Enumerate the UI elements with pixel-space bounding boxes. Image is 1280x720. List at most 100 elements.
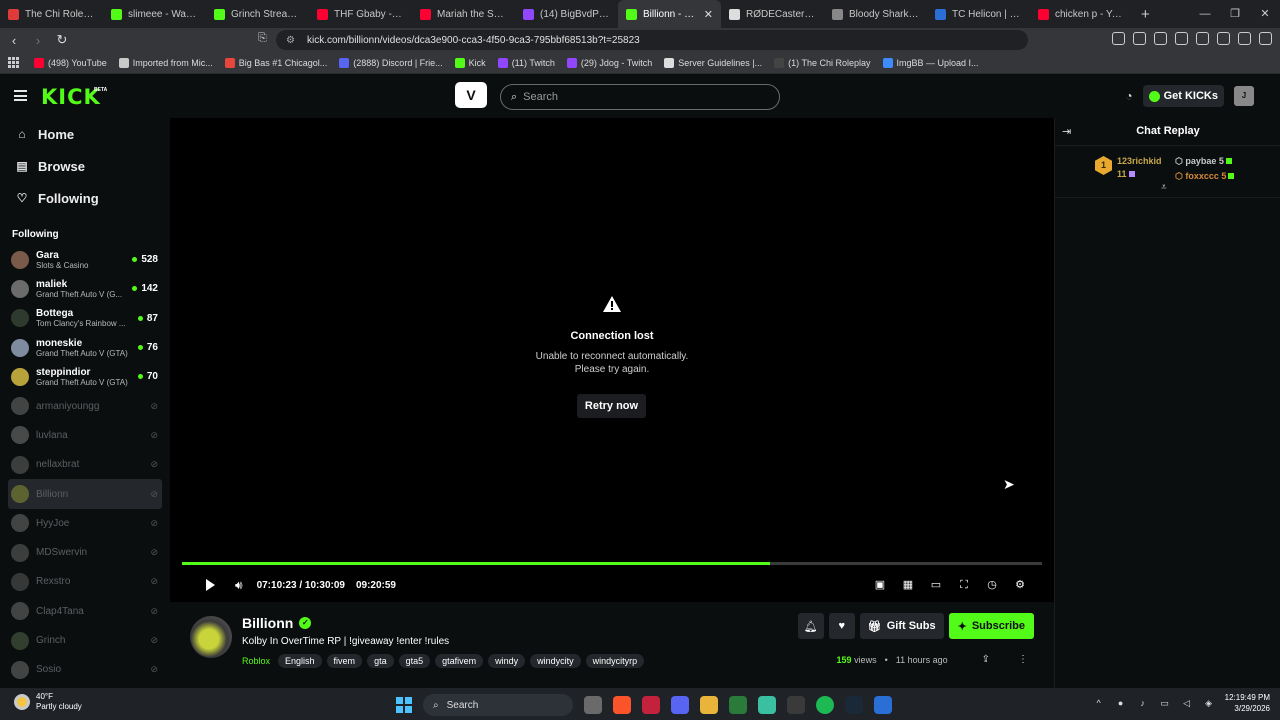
browser-tab[interactable]: chicken p - YouTub: [1030, 0, 1133, 28]
nav-home[interactable]: ⌂ Home: [0, 118, 170, 150]
browser-tab[interactable]: Mariah the Scientist: [412, 0, 515, 28]
leader-name-3[interactable]: ⬡ foxxccc 5: [1175, 171, 1235, 182]
expand-leaderboard-icon[interactable]: ⩡: [1161, 182, 1167, 193]
taskbar-search[interactable]: ⌕ Search: [423, 694, 573, 716]
followed-channel-live[interactable]: steppindior Grand Theft Auto V (GTA) 70: [0, 362, 170, 391]
share-icon[interactable]: ⇪: [982, 654, 990, 665]
browser-tab[interactable]: Bloody Shark Crazy: [824, 0, 927, 28]
menu-icon[interactable]: [14, 90, 27, 101]
chevron-up-icon[interactable]: ^: [1093, 698, 1105, 708]
network-icon[interactable]: ▭: [1159, 698, 1171, 708]
browser-tab[interactable]: THF Gbaby - SCOO: [309, 0, 412, 28]
browser-tab[interactable]: The Chi Roleplay: [0, 0, 103, 28]
site-info-icon[interactable]: ⚙: [286, 35, 295, 46]
extension-icon[interactable]: [1196, 32, 1209, 45]
tag-chip[interactable]: gtafivem: [435, 654, 484, 668]
bookmark-item[interactable]: Server Guidelines |...: [658, 57, 768, 68]
adobe-icon[interactable]: [642, 696, 660, 714]
volume-icon[interactable]: ◈: [1203, 698, 1215, 708]
weather-widget[interactable]: 40°F Partly cloudy: [14, 692, 82, 712]
browser-tab[interactable]: Grinch Stream - Wa: [206, 0, 309, 28]
followed-channel-offline[interactable]: Grinch ⊘: [0, 626, 170, 655]
followed-channel-offline[interactable]: armaniyoungg ⊘: [0, 391, 170, 420]
retry-button[interactable]: Retry now: [577, 394, 646, 418]
followed-channel-offline[interactable]: Rexstro ⊘: [0, 567, 170, 596]
discord-icon[interactable]: [671, 696, 689, 714]
steam-icon[interactable]: [845, 696, 863, 714]
followed-channel-offline[interactable]: Sosio ⊘: [0, 655, 170, 684]
notify-bell-button[interactable]: 🔔︎: [797, 613, 824, 639]
bookmark-item[interactable]: (29) Jdog - Twitch: [561, 57, 658, 68]
new-tab-button[interactable]: +: [1141, 6, 1150, 23]
browser-tab[interactable]: (14) BigBvdPretty -: [515, 0, 618, 28]
speed-icon[interactable]: ◷: [986, 579, 998, 591]
search-input[interactable]: ⌕ Search: [500, 84, 780, 110]
forward-icon[interactable]: ›: [28, 33, 48, 48]
spotify-icon[interactable]: [816, 696, 834, 714]
channel-avatar[interactable]: [190, 616, 232, 658]
bookmark-icon[interactable]: ⎘: [258, 32, 267, 45]
tag-chip[interactable]: English: [278, 654, 322, 668]
app-icon[interactable]: [874, 696, 892, 714]
gift-subs-button[interactable]: 🎁︎ Gift Subs: [859, 613, 944, 639]
close-tab-icon[interactable]: ✕: [704, 8, 713, 21]
extension-icon[interactable]: [1154, 32, 1167, 45]
tag-chip[interactable]: fivem: [326, 654, 363, 668]
followed-channel-offline[interactable]: Clap4Tana ⊘: [0, 597, 170, 626]
close-window-icon[interactable]: ✕: [1250, 0, 1280, 28]
kick-logo[interactable]: KICK: [41, 85, 101, 109]
bookmark-item[interactable]: ImgBB — Upload I...: [877, 57, 985, 68]
clip-icon[interactable]: ▦: [902, 579, 914, 591]
vod-logo-icon[interactable]: V: [455, 82, 487, 108]
notifications-icon[interactable]: ◔: [1125, 89, 1132, 103]
pip-icon[interactable]: ▣: [874, 579, 886, 591]
bookmark-item[interactable]: Big Bas #1 Chicagol...: [219, 57, 334, 68]
followed-channel-offline[interactable]: HyyJoe ⊘: [0, 509, 170, 538]
play-icon[interactable]: [206, 579, 215, 591]
browser-tab[interactable]: Billionn - Watc ✕: [618, 0, 721, 28]
bookmark-item[interactable]: Kick: [449, 57, 492, 68]
clock[interactable]: 12:19:49 PM 3/29/2026: [1225, 692, 1270, 714]
channel-name[interactable]: Billionn: [242, 615, 293, 631]
reload-icon[interactable]: ↻: [52, 32, 72, 48]
minimize-icon[interactable]: —: [1190, 0, 1220, 28]
browser-tab[interactable]: RØDECaster Pro | R: [721, 0, 824, 28]
extension-icon[interactable]: [1133, 32, 1146, 45]
follow-heart-button[interactable]: ♥: [828, 613, 855, 639]
theater-mode-icon[interactable]: ▭: [930, 579, 942, 591]
tray-app-icon[interactable]: ●: [1115, 698, 1127, 708]
speaker-icon[interactable]: ◁: [1181, 698, 1193, 708]
back-icon[interactable]: ‹: [4, 33, 24, 48]
followed-channel-offline[interactable]: MDSwervin ⊘: [0, 538, 170, 567]
bookmark-item[interactable]: (2888) Discord | Frie...: [333, 57, 448, 68]
maximize-icon[interactable]: ❐: [1220, 0, 1250, 28]
leader-name-2[interactable]: ⬡ paybae 5: [1175, 156, 1232, 167]
brave-icon[interactable]: [613, 696, 631, 714]
browser-tab[interactable]: TC Helicon | Produc: [927, 0, 1030, 28]
category-link[interactable]: Roblox: [242, 656, 270, 666]
nav-following[interactable]: ♡ Following: [0, 182, 170, 214]
followed-channel-offline[interactable]: Billionn ⊘: [8, 479, 162, 509]
task-view-icon[interactable]: [584, 696, 602, 714]
extension-icon[interactable]: [1175, 32, 1188, 45]
excel-icon[interactable]: [729, 696, 747, 714]
get-kicks-button[interactable]: Get KICKs: [1142, 85, 1224, 107]
tag-chip[interactable]: gta: [367, 654, 394, 668]
tag-chip[interactable]: gta5: [398, 654, 431, 668]
browser-menu-icon[interactable]: [1259, 32, 1272, 45]
followed-channel-live[interactable]: maliek Grand Theft Auto V (G... 142: [0, 274, 170, 303]
bookmark-item[interactable]: Imported from Mic...: [113, 57, 219, 68]
tag-chip[interactable]: windycityrp: [585, 654, 645, 668]
file-explorer-icon[interactable]: [700, 696, 718, 714]
extension-icon[interactable]: [1238, 32, 1251, 45]
followed-channel-live[interactable]: Bottega Tom Clancy's Rainbow ... 87: [0, 304, 170, 333]
more-options-icon[interactable]: ⋮: [1018, 654, 1028, 665]
leader-name-1[interactable]: 123richkid: [1117, 156, 1162, 166]
url-field[interactable]: ⚙ kick.com/billionn/videos/dca3e900-cca3…: [276, 30, 1028, 50]
browser-tab[interactable]: slimeee - Watch clip: [103, 0, 206, 28]
tag-chip[interactable]: windy: [488, 654, 526, 668]
app-icon[interactable]: [787, 696, 805, 714]
bookmark-item[interactable]: (1) The Chi Roleplay: [768, 57, 876, 68]
bookmark-item[interactable]: (498) YouTube: [28, 57, 113, 68]
apps-icon[interactable]: [8, 56, 20, 69]
